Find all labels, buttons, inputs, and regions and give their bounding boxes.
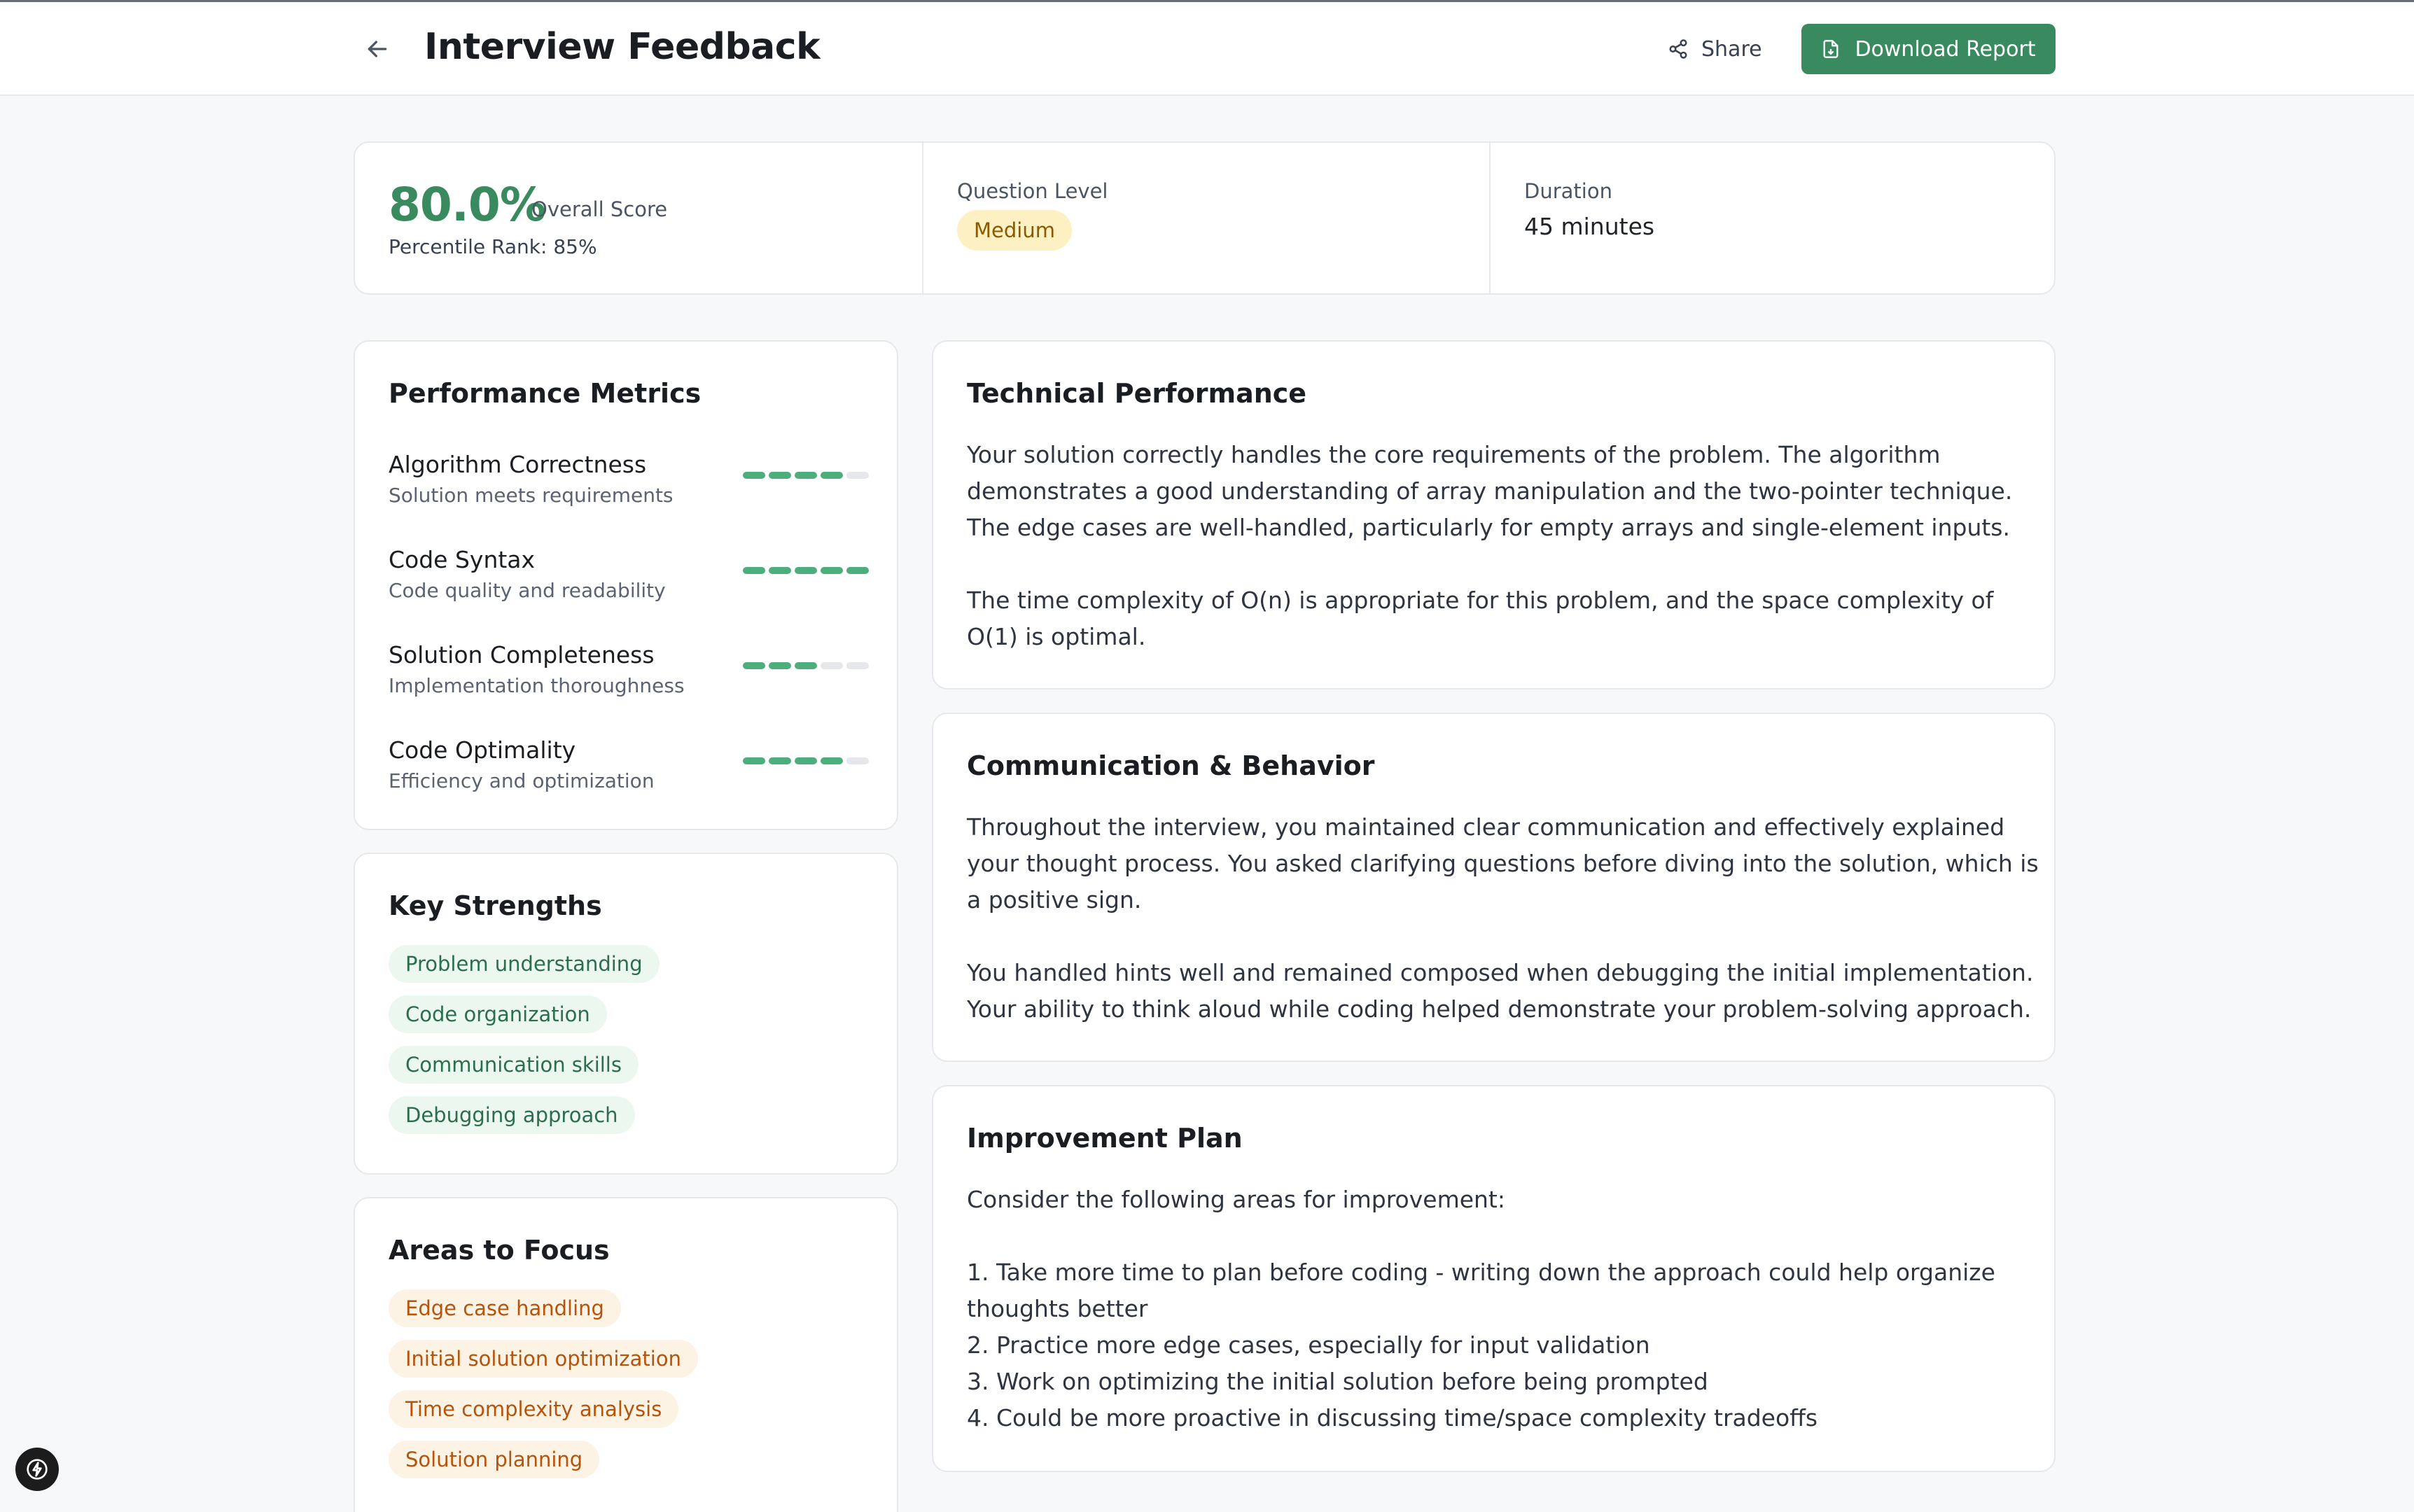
strength-tag: Problem understanding xyxy=(389,945,660,983)
metric-rating-segment xyxy=(743,757,765,764)
metric-rating xyxy=(743,757,869,764)
performance-metrics-card: Performance Metrics Algorithm Correctnes… xyxy=(354,340,898,830)
metric-row: Code Syntax Code quality and readability xyxy=(389,546,869,623)
improvement-plan-card: Improvement Plan Consider the following … xyxy=(932,1085,2056,1472)
metric-rating xyxy=(743,472,869,479)
duration-section: Duration 45 minutes xyxy=(1491,143,2056,293)
overall-score-value: 80.0% xyxy=(389,178,546,232)
question-level-section: Question Level Medium xyxy=(923,143,1489,293)
metric-row: Solution Completeness Implementation tho… xyxy=(389,641,869,718)
duration-value: 45 minutes xyxy=(1524,213,1655,240)
metric-description: Code quality and readability xyxy=(389,579,666,602)
metric-rating-segment xyxy=(743,472,765,479)
focus-tag: Initial solution optimization xyxy=(389,1340,698,1378)
card-title: Key Strengths xyxy=(389,890,602,921)
metric-rating-segment xyxy=(821,567,843,574)
focus-tag: Edge case handling xyxy=(389,1289,621,1327)
metric-description: Implementation thoroughness xyxy=(389,674,685,697)
page-title: Interview Feedback xyxy=(424,26,821,68)
quick-action-button[interactable] xyxy=(15,1448,59,1491)
overall-score-label: Overall Score xyxy=(531,197,668,221)
metric-description: Efficiency and optimization xyxy=(389,769,655,792)
focus-tag: Time complexity analysis xyxy=(389,1390,679,1428)
metric-rating-segment xyxy=(846,662,869,669)
metric-rating-segment xyxy=(821,472,843,479)
communication-paragraph: Throughout the interview, you maintained… xyxy=(967,813,2039,913)
focus-list: Edge case handling Initial solution opti… xyxy=(389,1289,698,1478)
score-section: 80.0% Overall Score Percentile Rank: 85% xyxy=(355,143,922,293)
metric-row: Code Optimality Efficiency and optimizat… xyxy=(389,736,869,813)
arrow-left-icon xyxy=(368,41,387,57)
improvement-item: 3. Work on optimizing the initial soluti… xyxy=(967,1368,1708,1395)
metric-rating-segment xyxy=(769,757,791,764)
question-level-badge: Medium xyxy=(957,210,1072,251)
metric-rating-segment xyxy=(795,567,817,574)
summary-card: 80.0% Overall Score Percentile Rank: 85%… xyxy=(354,141,2056,295)
card-title: Performance Metrics xyxy=(389,378,702,409)
strength-tag: Communication skills xyxy=(389,1046,639,1084)
file-download-icon xyxy=(1823,40,1839,58)
focus-tag: Solution planning xyxy=(389,1441,600,1478)
card-title: Areas to Focus xyxy=(389,1235,610,1266)
metric-rating-segment xyxy=(846,567,869,574)
key-strengths-card: Key Strengths Problem understanding Code… xyxy=(354,853,898,1175)
metric-rating-segment xyxy=(846,757,869,764)
download-label: Download Report xyxy=(1855,36,2036,62)
metric-rating-segment xyxy=(769,472,791,479)
communication-paragraph: You handled hints well and remained comp… xyxy=(967,959,2034,1023)
card-title: Communication & Behavior xyxy=(967,750,1375,781)
card-title: Technical Performance xyxy=(967,378,1307,409)
metric-rating-segment xyxy=(795,472,817,479)
metric-description: Solution meets requirements xyxy=(389,484,674,507)
communication-behavior-card: Communication & Behavior Throughout the … xyxy=(932,713,2056,1062)
metric-rating-segment xyxy=(795,757,817,764)
metric-rating xyxy=(743,662,869,669)
technical-paragraph: The time complexity of O(n) is appropria… xyxy=(967,587,1994,650)
share-label: Share xyxy=(1701,36,1762,62)
strengths-list: Problem understanding Code organization … xyxy=(389,945,660,1134)
share-button[interactable]: Share xyxy=(1661,26,1769,72)
improvement-intro: Consider the following areas for improve… xyxy=(967,1186,1505,1213)
card-title: Improvement Plan xyxy=(967,1123,1243,1154)
metric-rating-segment xyxy=(769,662,791,669)
improvement-item: 1. Take more time to plan before coding … xyxy=(967,1259,1995,1322)
technical-paragraph: Your solution correctly handles the core… xyxy=(967,441,2013,541)
question-level-label: Question Level xyxy=(957,179,1108,203)
duration-label: Duration xyxy=(1524,179,1612,203)
strength-tag: Debugging approach xyxy=(389,1096,635,1134)
improvement-list: 1. Take more time to plan before coding … xyxy=(967,1254,2045,1436)
metric-rating-segment xyxy=(743,662,765,669)
technical-performance-card: Technical Performance Your solution corr… xyxy=(932,340,2056,690)
metric-rating-segment xyxy=(846,472,869,479)
metric-row: Algorithm Correctness Solution meets req… xyxy=(389,451,869,528)
lightning-icon xyxy=(27,1459,48,1480)
metric-rating-segment xyxy=(743,567,765,574)
improvement-item: 2. Practice more edge cases, especially … xyxy=(967,1331,1650,1359)
metric-rating-segment xyxy=(795,662,817,669)
improvement-item: 4. Could be more proactive in discussing… xyxy=(967,1404,1818,1432)
download-report-button[interactable]: Download Report xyxy=(1801,24,2056,74)
areas-to-focus-card: Areas to Focus Edge case handling Initia… xyxy=(354,1197,898,1512)
metric-rating-segment xyxy=(821,662,843,669)
share-icon xyxy=(1669,39,1687,59)
metric-rating-segment xyxy=(769,567,791,574)
page-header: Interview Feedback Share Download Report xyxy=(0,2,2414,96)
metric-rating-segment xyxy=(821,757,843,764)
percentile-rank: Percentile Rank: 85% xyxy=(389,235,597,258)
back-button[interactable] xyxy=(358,30,396,68)
metric-rating xyxy=(743,567,869,574)
strength-tag: Code organization xyxy=(389,995,607,1033)
